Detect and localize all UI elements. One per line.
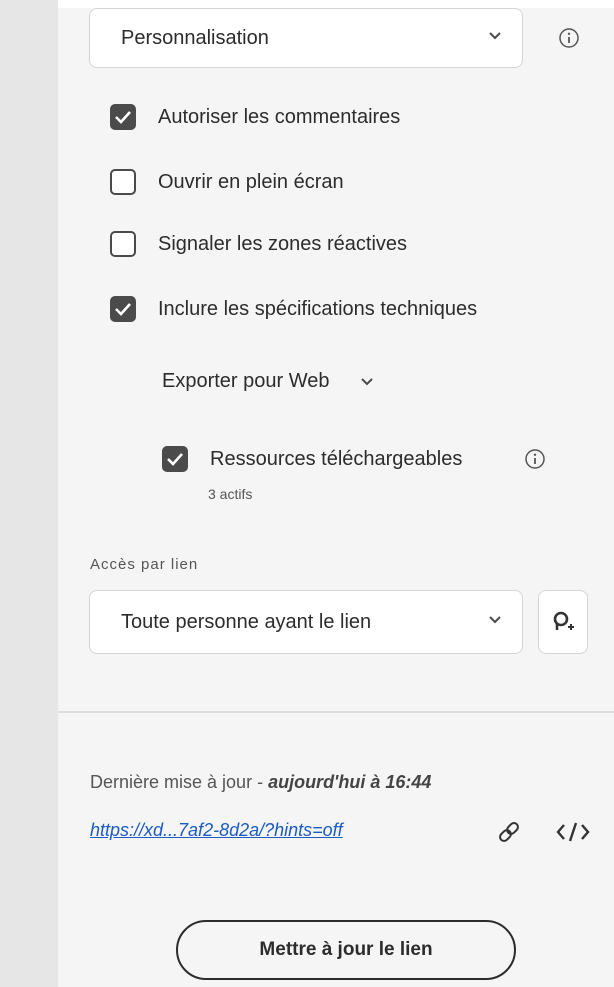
checkbox[interactable] [110,231,136,257]
last-updated: Dernière mise à jour - aujourd'hui à 16:… [90,772,431,793]
last-updated-prefix: Dernière mise à jour - [90,772,269,792]
share-link-url[interactable]: https://xd...7af2-8d2a/?hints=off [90,820,343,841]
chevron-down-icon [489,616,501,624]
update-link-button[interactable]: Mettre à jour le lien [176,920,516,980]
checkmark-icon [115,111,131,124]
checkmark-icon [167,453,183,466]
info-icon[interactable] [558,27,580,49]
preset-select[interactable]: Personnalisation [89,8,523,68]
option-downloadable-resources[interactable]: Ressources téléchargeables [162,446,462,472]
share-settings-panel: Personnalisation Autoriser les commentai… [58,0,614,987]
top-strip [58,0,614,8]
info-icon[interactable] [524,448,546,470]
option-allow-comments[interactable]: Autoriser les commentaires [110,104,400,130]
checkbox[interactable] [110,296,136,322]
option-label: Ressources téléchargeables [210,447,463,470]
chevron-down-icon [360,377,373,385]
checkmark-icon [115,303,131,316]
option-hotspots[interactable]: Signaler les zones réactives [110,231,407,257]
link-icon[interactable] [495,818,523,846]
resources-count: 3 actifs [208,486,253,502]
checkbox[interactable] [162,446,188,472]
invite-user-icon [553,611,574,630]
checkbox[interactable] [110,104,136,130]
export-label: Exporter pour Web [162,370,330,392]
export-for-web-toggle[interactable]: Exporter pour Web [162,370,374,393]
link-access-select[interactable]: Toute personne ayant le lien [89,590,523,654]
option-label: Ouvrir en plein écran [158,170,344,193]
option-fullscreen[interactable]: Ouvrir en plein écran [110,169,344,195]
embed-code-icon[interactable] [555,818,591,846]
option-label: Signaler les zones réactives [158,232,408,255]
checkbox[interactable] [110,169,136,195]
option-label: Inclure les spécifications techniques [158,297,478,320]
divider [58,711,614,713]
option-label: Autoriser les commentaires [158,105,401,128]
chevron-down-icon [489,32,501,40]
option-tech-specs[interactable]: Inclure les spécifications techniques [110,296,477,322]
last-updated-time: aujourd'hui à 16:44 [268,772,432,792]
invite-user-button[interactable] [538,590,588,654]
link-access-value: Toute personne ayant le lien [121,610,372,633]
preset-select-value: Personnalisation [121,26,269,49]
left-rail [0,0,58,987]
link-access-label: Accès par lien [90,556,199,573]
